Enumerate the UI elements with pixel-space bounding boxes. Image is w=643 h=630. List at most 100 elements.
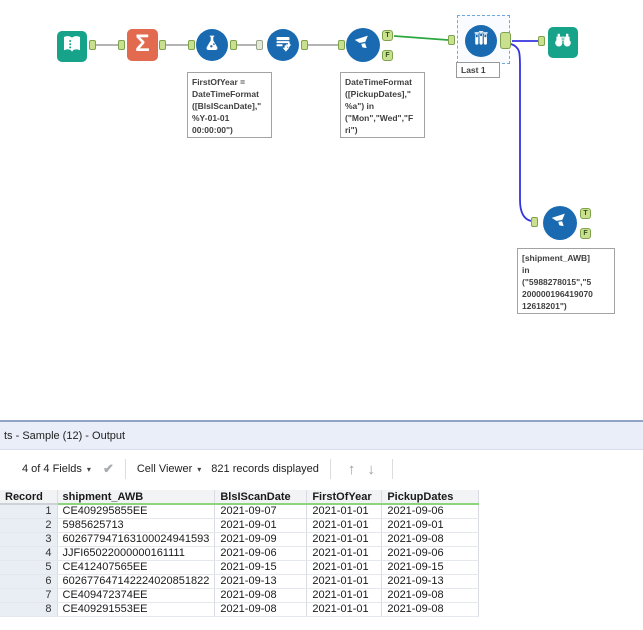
filter2-annotation[interactable]: [shipment_AWB] in ("5988278015","5 20000… bbox=[517, 248, 615, 314]
table-cell[interactable]: 2021-09-13 bbox=[214, 574, 308, 589]
chevron-down-icon: ▾ bbox=[197, 464, 202, 474]
sample-input-anchor[interactable] bbox=[448, 35, 455, 45]
table-cell[interactable]: 5985625713 bbox=[57, 518, 216, 533]
table-cell[interactable]: 2021-09-06 bbox=[381, 504, 480, 519]
multi-row-formula-icon bbox=[272, 32, 294, 59]
table-cell[interactable]: 2021-09-08 bbox=[381, 588, 480, 603]
table-row[interactable]: 6 602677647142224020851822 2021-09-13 2021-… bbox=[0, 574, 480, 589]
table-cell[interactable]: 2021-09-01 bbox=[214, 518, 308, 533]
table-cell[interactable]: JJFI65022000000161111 bbox=[57, 546, 216, 561]
table-cell[interactable]: 2021-09-15 bbox=[214, 560, 308, 575]
table-cell[interactable]: 2021-09-09 bbox=[214, 532, 308, 547]
table-cell[interactable]: 2021-09-08 bbox=[381, 602, 480, 617]
filter2-true-anchor[interactable]: T bbox=[580, 208, 591, 219]
record-number-cell[interactable]: 8 bbox=[0, 602, 58, 617]
browse-tool[interactable] bbox=[548, 27, 578, 58]
table-row[interactable]: 2 5985625713 2021-09-01 2021-01-01 2021-09-0… bbox=[0, 518, 480, 533]
filter-tool[interactable] bbox=[346, 28, 380, 62]
column-header[interactable]: PickupDates bbox=[381, 490, 480, 505]
table-row[interactable]: 8 CE409291553EE 2021-09-08 2021-01-01 2021-0… bbox=[0, 602, 480, 617]
table-row[interactable]: 1 CE409295855EE 2021-09-07 2021-01-01 2021-0… bbox=[0, 504, 480, 519]
sample-annotation[interactable]: Last 1 bbox=[456, 62, 500, 78]
record-number-cell[interactable]: 2 bbox=[0, 518, 58, 533]
cell-viewer-dropdown[interactable]: Cell Viewer ▾ bbox=[137, 463, 201, 475]
record-number-cell[interactable]: 5 bbox=[0, 560, 58, 575]
multirow-input-anchor[interactable] bbox=[256, 40, 263, 50]
browse-input-anchor[interactable] bbox=[538, 36, 545, 46]
record-number-cell[interactable]: 3 bbox=[0, 532, 58, 547]
filter-annotation[interactable]: DateTimeFormat ([PickupDates]," %a") in … bbox=[340, 72, 425, 138]
record-number-cell[interactable]: 1 bbox=[0, 504, 58, 519]
summarize-output-anchor[interactable] bbox=[159, 40, 166, 50]
formula-input-anchor[interactable] bbox=[188, 40, 195, 50]
connection-wires bbox=[96, 35, 538, 222]
filter-true-anchor[interactable]: T bbox=[382, 30, 393, 41]
table-cell[interactable]: 2021-09-08 bbox=[214, 602, 308, 617]
formula-output-anchor[interactable] bbox=[230, 40, 237, 50]
table-cell[interactable]: 2021-01-01 bbox=[306, 588, 383, 603]
sample-output-anchor[interactable] bbox=[500, 32, 511, 49]
fields-dropdown[interactable]: 4 of 4 Fields ▾ bbox=[22, 463, 91, 475]
table-cell[interactable]: 2021-09-08 bbox=[214, 588, 308, 603]
multirow-output-anchor[interactable] bbox=[301, 40, 308, 50]
record-number-cell[interactable]: 7 bbox=[0, 588, 58, 603]
record-column-header[interactable]: Record bbox=[0, 490, 58, 505]
funnel-icon bbox=[549, 210, 571, 237]
column-header[interactable]: shipment_AWB bbox=[57, 490, 216, 505]
table-cell[interactable]: 2021-01-01 bbox=[306, 518, 383, 533]
toolbar-separator bbox=[329, 459, 331, 479]
table-cell[interactable]: 2021-09-13 bbox=[381, 574, 480, 589]
wire-filter-true-sample[interactable] bbox=[393, 35, 449, 41]
table-cell[interactable]: 2021-09-15 bbox=[381, 560, 480, 575]
table-row[interactable]: 4 JJFI65022000000161111 2021-09-06 2021-01-… bbox=[0, 546, 480, 561]
record-number-cell[interactable]: 6 bbox=[0, 574, 58, 589]
table-cell[interactable]: CE409472374EE bbox=[57, 588, 216, 603]
filter-false-anchor[interactable]: F bbox=[382, 50, 393, 61]
table-row[interactable]: 5 CE412407565EE 2021-09-15 2021-01-01 2021-0… bbox=[0, 560, 480, 575]
table-cell[interactable]: 602677947163100024941593 bbox=[57, 532, 216, 547]
filter2-false-anchor[interactable]: F bbox=[580, 228, 591, 239]
formula-annotation[interactable]: FirstOfYear = DateTimeFormat ([BlsIScanD… bbox=[187, 72, 272, 138]
filter2-input-anchor[interactable] bbox=[531, 217, 538, 227]
input-output-anchor[interactable] bbox=[89, 40, 96, 50]
table-cell[interactable]: 2021-09-08 bbox=[381, 532, 480, 547]
summarize-tool[interactable]: Σ bbox=[127, 29, 158, 61]
sample-tool[interactable] bbox=[465, 25, 497, 57]
table-cell[interactable]: 2021-09-06 bbox=[214, 546, 308, 561]
scroll-up-icon[interactable]: ↑ bbox=[348, 461, 356, 478]
record-number-cell[interactable]: 4 bbox=[0, 546, 58, 561]
table-cell[interactable]: CE409295855EE bbox=[57, 504, 216, 519]
table-row[interactable]: 7 CE409472374EE 2021-09-08 2021-01-01 2021-0… bbox=[0, 588, 480, 603]
filter2-tool[interactable] bbox=[543, 206, 577, 240]
scroll-down-icon[interactable]: ↓ bbox=[367, 461, 375, 478]
column-header[interactable]: FirstOfYear bbox=[306, 490, 383, 505]
table-cell[interactable]: 2021-01-01 bbox=[306, 560, 383, 575]
table-row[interactable]: 3 602677947163100024941593 2021-09-09 2021-… bbox=[0, 532, 480, 547]
table-cell[interactable]: 2021-01-01 bbox=[306, 574, 383, 589]
table-cell[interactable]: 2021-01-01 bbox=[306, 546, 383, 561]
table-cell[interactable]: 2021-01-01 bbox=[306, 602, 383, 617]
sigma-icon: Σ bbox=[135, 30, 150, 57]
results-panel-title: ts - Sample (12) - Output bbox=[0, 422, 643, 450]
chevron-down-icon: ▾ bbox=[86, 464, 91, 474]
multi-row-formula-tool[interactable] bbox=[267, 29, 299, 61]
book-icon bbox=[60, 32, 84, 61]
formula-tool[interactable] bbox=[196, 29, 228, 61]
column-header[interactable]: BlsIScanDate bbox=[214, 490, 308, 505]
table-cell[interactable]: 2021-09-07 bbox=[214, 504, 308, 519]
table-cell[interactable]: 2021-01-01 bbox=[306, 504, 383, 519]
table-cell[interactable]: CE412407565EE bbox=[57, 560, 216, 575]
summarize-input-anchor[interactable] bbox=[118, 40, 125, 50]
table-cell[interactable]: CE409291553EE bbox=[57, 602, 216, 617]
table-cell[interactable]: 2021-09-06 bbox=[381, 546, 480, 561]
check-icon[interactable]: ✔ bbox=[103, 461, 114, 477]
table-cell[interactable]: 2021-01-01 bbox=[306, 532, 383, 547]
test-tubes-icon bbox=[470, 28, 492, 55]
input-data-tool[interactable] bbox=[57, 31, 87, 62]
table-cell[interactable]: 2021-09-01 bbox=[381, 518, 480, 533]
wire-sample-filter2[interactable] bbox=[510, 43, 532, 222]
table-cell[interactable]: 602677647142224020851822 bbox=[57, 574, 216, 589]
results-table[interactable]: Record shipment_AWB BlsIScanDate FirstOfYea… bbox=[0, 490, 480, 617]
workflow-canvas[interactable]: Σ T F Last 1 T F FirstOfYear = DateTimeF… bbox=[0, 0, 643, 420]
filter-input-anchor[interactable] bbox=[338, 40, 345, 50]
